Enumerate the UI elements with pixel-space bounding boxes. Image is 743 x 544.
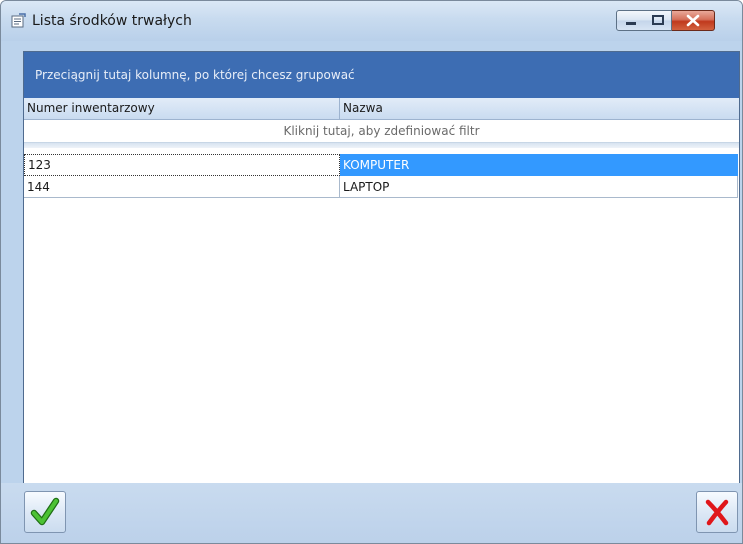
ok-button[interactable] xyxy=(24,491,66,533)
list-window-icon xyxy=(10,13,26,29)
fixed-assets-grid: Przeciągnij tutaj kolumnę, po której chc… xyxy=(23,51,740,484)
column-headers: Numer inwentarzowy Nazwa xyxy=(24,98,739,120)
minimize-icon xyxy=(626,22,636,25)
group-by-panel[interactable]: Przeciągnij tutaj kolumnę, po której chc… xyxy=(24,52,739,98)
filter-row[interactable]: Kliknij tutaj, aby zdefiniować filtr xyxy=(24,120,739,143)
maximize-icon xyxy=(652,15,664,25)
checkmark-icon xyxy=(30,497,60,526)
table-row[interactable]: 123 KOMPUTER xyxy=(24,154,739,176)
column-header-nazwa[interactable]: Nazwa xyxy=(340,98,739,119)
window-title: Lista środków trwałych xyxy=(32,13,192,29)
minimize-button[interactable] xyxy=(616,10,646,31)
grid-rows: 123 KOMPUTER 144 LAPTOP xyxy=(24,154,739,198)
cancel-button[interactable] xyxy=(696,491,738,533)
close-button[interactable] xyxy=(672,10,715,31)
cell-nazwa[interactable]: LAPTOP xyxy=(340,176,738,198)
cell-numer[interactable]: 123 xyxy=(24,154,340,176)
group-by-hint: Przeciągnij tutaj kolumnę, po której chc… xyxy=(35,68,355,82)
cell-nazwa[interactable]: KOMPUTER xyxy=(340,154,738,176)
column-header-numer[interactable]: Numer inwentarzowy xyxy=(24,98,340,119)
cell-numer[interactable]: 144 xyxy=(24,176,340,198)
caption-buttons xyxy=(616,10,734,31)
dialog-window: Lista środków trwałych Przeciągnij tutaj… xyxy=(0,0,743,544)
dialog-footer xyxy=(1,483,742,543)
table-row[interactable]: 144 LAPTOP xyxy=(24,176,739,198)
grid-separator xyxy=(24,143,739,148)
maximize-button[interactable] xyxy=(645,10,672,31)
red-x-icon xyxy=(705,499,729,526)
close-icon xyxy=(686,14,700,27)
title-bar[interactable]: Lista środków trwałych xyxy=(1,1,742,41)
